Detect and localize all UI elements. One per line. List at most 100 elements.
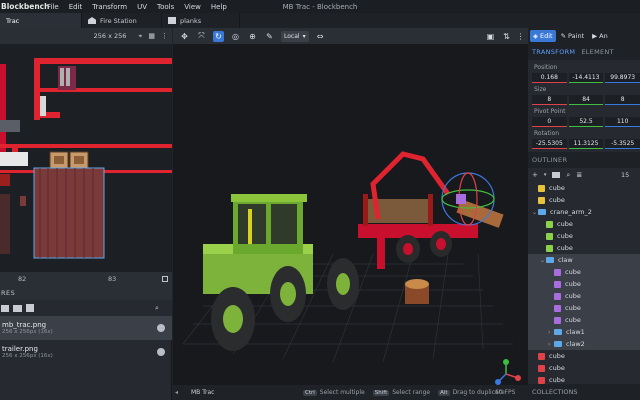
texture-item[interactable]: trailer.png 256 x 256px (16x) xyxy=(0,340,172,364)
pivot-y-input[interactable]: 52.5 xyxy=(568,117,604,127)
pivot-z-input[interactable]: 110 xyxy=(605,117,640,127)
outliner-cube[interactable]: cube xyxy=(528,194,640,206)
size-x-input[interactable]: 8 xyxy=(532,95,567,105)
outliner-cube[interactable]: cube xyxy=(528,278,640,290)
tab-trac[interactable]: Trac xyxy=(0,13,82,28)
menu-edit[interactable]: Edit xyxy=(64,3,88,11)
mode-label: An xyxy=(599,32,608,40)
outliner-label: claw1 xyxy=(566,328,585,336)
rotation-y-input[interactable]: 11.3125 xyxy=(568,139,604,149)
3d-viewport[interactable]: ✥ ⤧ ↻ ◎ ⊕ ✎ Local ▾ ⇔ ▣ ⇅ ⋮ ◂ MB Trac Ct… xyxy=(173,28,528,400)
pivot-tool-icon[interactable]: ◎ xyxy=(230,31,241,42)
chevron-left-icon[interactable]: ◂ xyxy=(173,389,183,396)
grid-icon[interactable]: ▦ xyxy=(148,32,155,40)
transform-space-select[interactable]: Local ▾ xyxy=(281,30,309,42)
menu-file[interactable]: File xyxy=(42,3,64,11)
project-tab-bar: Trac Fire Station planks xyxy=(0,13,640,28)
brush-tool-icon[interactable]: ✎ xyxy=(264,31,275,42)
search-icon[interactable]: ⌕ xyxy=(155,304,159,313)
vertex-snap-icon[interactable]: ⊕ xyxy=(247,31,258,42)
collections-header[interactable]: COLLECTIONS xyxy=(528,384,640,400)
size-y-input[interactable]: 84 xyxy=(568,95,604,105)
menu-transform[interactable]: Transform xyxy=(87,3,132,11)
collapse-icon[interactable]: ≣ xyxy=(576,171,582,179)
settings-icon[interactable]: ⇅ xyxy=(501,31,512,42)
tab-fire-station[interactable]: Fire Station xyxy=(82,13,162,28)
resize-tool-icon[interactable]: ⤧ xyxy=(196,31,207,42)
outliner-label: cube xyxy=(565,268,581,276)
uv-toolbar: 256 x 256 ⌖ ▦ ⋮ xyxy=(0,28,172,44)
outliner-cube[interactable]: cube xyxy=(528,362,640,374)
mode-edit[interactable]: ◈ Edit xyxy=(530,30,556,42)
hint-ctrl: Ctrl Select multiple xyxy=(303,389,365,396)
uv-size-select[interactable]: 256 x 256 xyxy=(94,32,127,40)
rotation-x-input[interactable]: -25.5305 xyxy=(532,139,567,149)
outliner-title: OUTLINER xyxy=(532,156,568,164)
pivot-x-input[interactable]: 0 xyxy=(532,117,567,127)
outliner-cube[interactable]: cube xyxy=(528,350,640,362)
blockbench-window: Blockbench File Edit Transform UV Tools … xyxy=(0,0,640,400)
textures-panel-header[interactable]: RES xyxy=(0,286,172,300)
tab-transform[interactable]: TRANSFORM xyxy=(532,48,575,56)
texture-item[interactable]: mb_trac.png 256 x 256px (16x) xyxy=(0,316,172,340)
outliner-cube[interactable]: cube xyxy=(528,242,640,254)
rotate-tool-icon[interactable]: ↻ xyxy=(213,30,224,42)
outliner-group[interactable]: ⌄ claw xyxy=(528,254,640,266)
folder-icon[interactable] xyxy=(13,304,22,312)
menu-bar: Blockbench File Edit Transform UV Tools … xyxy=(0,0,640,13)
outliner-cube[interactable]: cube xyxy=(528,314,640,326)
outliner-label: cube xyxy=(565,292,581,300)
menu-tools[interactable]: Tools xyxy=(152,3,179,11)
rotation-label: Rotation xyxy=(534,130,560,137)
size-z-input[interactable]: 8 xyxy=(605,95,640,105)
more-icon[interactable]: ⋮ xyxy=(515,31,526,42)
cube-icon xyxy=(554,280,561,288)
menu-help[interactable]: Help xyxy=(206,3,232,11)
grid-icon[interactable] xyxy=(26,304,34,312)
chevron-down-icon[interactable]: ▾ xyxy=(544,172,547,178)
import-texture-icon[interactable] xyxy=(1,304,9,312)
check-icon[interactable] xyxy=(157,324,165,332)
outliner-cube[interactable]: cube xyxy=(528,302,640,314)
mode-animate[interactable]: ▶ An xyxy=(589,30,611,42)
cube-icon xyxy=(538,196,545,204)
tab-label: Fire Station xyxy=(100,16,137,25)
cube-icon xyxy=(538,352,545,360)
cube-icon xyxy=(546,220,553,228)
folder-icon[interactable] xyxy=(552,172,561,178)
outliner-cube[interactable]: cube xyxy=(528,374,640,384)
check-icon[interactable] xyxy=(157,348,165,356)
position-y-input[interactable]: -14.4113 xyxy=(568,73,604,83)
search-icon[interactable]: ⌕ xyxy=(566,171,570,180)
outliner-group[interactable]: › claw1 xyxy=(528,326,640,338)
screenshot-icon[interactable]: ▣ xyxy=(485,31,496,42)
position-z-input[interactable]: 99.8973 xyxy=(605,73,640,83)
outliner-cube[interactable]: cube xyxy=(528,266,640,278)
outliner-cube[interactable]: cube xyxy=(528,230,640,242)
tab-planks[interactable]: planks xyxy=(162,13,240,28)
outliner-cube[interactable]: cube xyxy=(528,182,640,194)
position-x-input[interactable]: 0.168 xyxy=(532,73,567,83)
mode-paint[interactable]: ✎ Paint xyxy=(558,30,588,42)
move-tool-icon[interactable]: ✥ xyxy=(179,31,190,42)
cube-icon xyxy=(546,244,553,252)
lock-icon[interactable] xyxy=(162,276,168,282)
tab-element[interactable]: ELEMENT xyxy=(581,48,613,56)
add-icon[interactable]: + xyxy=(532,171,538,179)
more-icon[interactable]: ⋮ xyxy=(161,32,168,40)
rotation-z-input[interactable]: -5.3525 xyxy=(605,139,640,149)
menu-view[interactable]: View xyxy=(179,3,206,11)
outliner-cube[interactable]: cube xyxy=(528,218,640,230)
texture-info: mb_trac.png 256 x 256px (16x) xyxy=(2,321,53,335)
uv-canvas[interactable] xyxy=(0,44,172,272)
outliner-label: crane_arm_2 xyxy=(550,208,592,216)
mirror-icon[interactable]: ⇔ xyxy=(315,31,326,42)
focus-icon[interactable]: ⌖ xyxy=(138,32,142,41)
viewport-status-bar: ◂ MB Trac Ctrl Select multiple Shift Selec… xyxy=(173,385,528,400)
outliner-cube[interactable]: cube xyxy=(528,290,640,302)
menu-uv[interactable]: UV xyxy=(132,3,152,11)
cube-icon xyxy=(538,376,545,384)
outliner-group[interactable]: › claw2 xyxy=(528,338,640,350)
outliner-header[interactable]: OUTLINER xyxy=(528,152,640,168)
outliner-group[interactable]: ⌄ crane_arm_2 xyxy=(528,206,640,218)
